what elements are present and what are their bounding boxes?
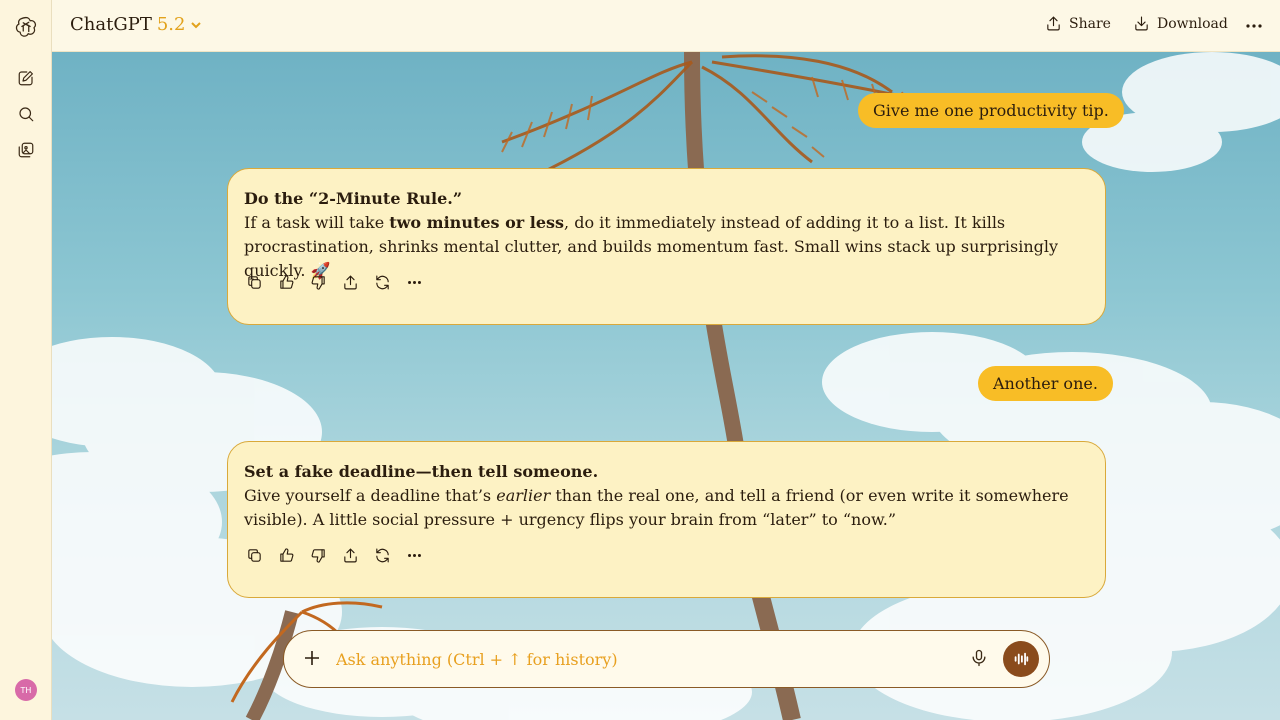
composer (283, 630, 1050, 688)
message-actions (244, 545, 424, 565)
assistant-message-title: Set a fake deadline—then tell someone. (244, 462, 599, 481)
new-chat-icon[interactable] (14, 66, 38, 90)
body-text: If a task will take (244, 213, 390, 232)
body-italic-text: earlier (496, 486, 551, 505)
library-icon[interactable] (14, 138, 38, 162)
assistant-message: Set a fake deadline—then tell someone. G… (227, 441, 1106, 598)
prompt-input[interactable] (336, 646, 936, 672)
user-message: Another one. (978, 366, 1113, 401)
sidebar-rail: TH (0, 0, 52, 720)
download-button[interactable]: Download (1133, 15, 1228, 32)
assistant-message: Do the “2-Minute Rule.” If a task will t… (227, 168, 1106, 325)
model-name: ChatGPT (70, 14, 152, 35)
model-version: 5.2 (156, 14, 186, 35)
voice-mode-button[interactable] (1003, 641, 1039, 677)
thumbs-up-icon[interactable] (276, 272, 296, 292)
openai-logo-icon[interactable] (14, 14, 38, 38)
thumbs-down-icon[interactable] (308, 272, 328, 292)
user-message-text: Another one. (993, 374, 1098, 393)
body-bold-text: two minutes or less (389, 213, 565, 232)
user-message-text: Give me one productivity tip. (873, 101, 1109, 120)
share-icon (1047, 16, 1060, 31)
conversation-area[interactable]: Give me one productivity tip. Do the “2-… (52, 52, 1280, 720)
share-button[interactable]: Share (1045, 15, 1111, 32)
thumbs-up-icon[interactable] (276, 545, 296, 565)
regenerate-icon[interactable] (372, 272, 392, 292)
avatar[interactable]: TH (15, 679, 37, 701)
download-label: Download (1157, 15, 1228, 32)
assistant-message-title: Do the “2-Minute Rule.” (244, 189, 463, 208)
more-icon[interactable] (404, 545, 424, 565)
thumbs-down-icon[interactable] (308, 545, 328, 565)
waveform-icon (1014, 652, 1029, 666)
regenerate-icon[interactable] (372, 545, 392, 565)
microphone-icon[interactable] (969, 648, 991, 670)
search-icon[interactable] (14, 102, 38, 126)
more-icon[interactable] (404, 272, 424, 292)
body-text: Give yourself a deadline that’s (244, 486, 497, 505)
chevron-down-icon (191, 21, 202, 28)
copy-icon[interactable] (244, 272, 264, 292)
share-label: Share (1069, 15, 1111, 32)
user-message: Give me one productivity tip. (858, 93, 1124, 128)
share-message-icon[interactable] (340, 272, 360, 292)
more-options-icon[interactable] (1244, 16, 1264, 36)
top-bar: ChatGPT 5.2 Share Download (52, 0, 1280, 52)
add-attachment-icon[interactable] (302, 648, 324, 670)
share-message-icon[interactable] (340, 545, 360, 565)
model-selector[interactable]: ChatGPT 5.2 (70, 14, 202, 35)
message-actions (244, 272, 424, 292)
assistant-message-body: Give yourself a deadline that’s earlier … (244, 484, 1089, 532)
copy-icon[interactable] (244, 545, 264, 565)
download-icon (1135, 16, 1148, 31)
